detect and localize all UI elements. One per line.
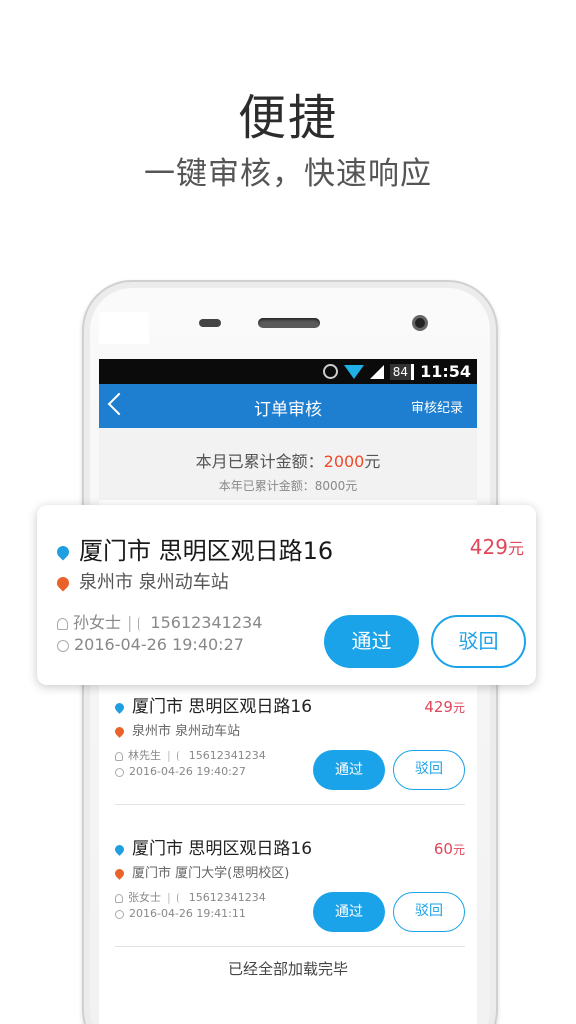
approve-button[interactable]: 通过 [324,615,419,668]
phone-screen: 84 11:54 订单审核 审核纪录 本月已累计金额：2000元 本年已累计金额… [99,359,477,1024]
contact-phone: 15612341234 [188,749,266,762]
reject-button[interactable]: 驳回 [431,615,526,668]
list-end-text: 已经全部加载完毕 [227,960,348,978]
wifi-icon [343,364,364,379]
divider [115,946,465,947]
hero-title: 便捷 [237,90,338,146]
contact-name: 张女士 [128,891,161,904]
status-bar: 84 11:54 [99,359,477,384]
phone-logo-patch [99,312,149,344]
order-item: 厦门市 思明区观日路16 429元 泉州市 泉州动车站 林先生 | 15612341… [113,692,465,834]
approve-button[interactable]: 通过 [313,892,385,932]
phone-sensor [199,319,221,327]
phone-icon [138,616,144,631]
order-time: 2016-04-26 19:40:27 [129,765,246,778]
status-time: 11:54 [420,362,471,381]
reject-button[interactable]: 驳回 [393,750,465,790]
audit-history-link[interactable]: 审核纪录 [411,397,463,416]
clock-icon [115,767,124,777]
person-icon [115,751,123,761]
approve-button[interactable]: 通过 [313,750,385,790]
order-to: 厦门市 厦门大学(思明校区) [132,866,290,881]
location-pin-icon [113,700,126,714]
location-pin-icon [54,543,72,561]
signal-icon [369,364,384,379]
order-from: 厦门市 思明区观日路16 [79,537,334,565]
contact-name: 孙女士 [73,613,122,632]
order-to: 泉州市 泉州动车站 [132,724,241,739]
contact-phone: 15612341234 [188,891,266,904]
phone-icon [176,893,183,903]
clock-icon [57,639,69,652]
month-amount: 2000 [323,452,365,471]
order-time: 2016-04-26 19:40:27 [74,635,244,654]
contact-name: 林先生 [128,749,161,762]
month-total: 本月已累计金额：2000元 [195,452,381,471]
order-price: 429元 [424,698,465,716]
order-item: 厦门市 思明区观日路16 60元 厦门市 厦门大学(思明校区) 张女士 | 1561… [113,834,465,976]
order-price: 429元 [469,535,524,559]
person-icon [57,617,68,630]
battery-icon: 84 [389,363,415,380]
year-total: 本年已累计金额：8000元 [218,479,358,493]
location-pin-icon [113,842,126,856]
reject-button[interactable]: 驳回 [393,892,465,932]
clock-icon [115,909,124,919]
contact-phone: 15612341234 [150,613,263,632]
order-time: 2016-04-26 19:41:11 [129,907,246,920]
person-icon [115,893,123,903]
origin-pin-icon [54,574,72,592]
order-from: 厦门市 思明区观日路16 [132,697,313,717]
order-from: 厦门市 思明区观日路16 [132,839,313,859]
alarm-icon [322,364,338,379]
origin-pin-icon [113,867,126,880]
highlighted-order-card: 厦门市 思明区观日路16 429元 泉州市 泉州动车站 孙女士 | 15612341… [37,505,536,685]
order-price: 60元 [433,840,465,858]
phone-icon [176,751,183,761]
phone-speaker [258,318,320,328]
origin-pin-icon [113,725,126,738]
divider [115,804,465,805]
order-to: 泉州市 泉州动车站 [79,572,229,593]
nav-bar: 订单审核 审核纪录 [99,384,477,428]
phone-camera [412,315,428,331]
hero-subtitle: 一键审核，快速响应 [144,156,432,192]
amount-summary: 本月已累计金额：2000元 本年已累计金额：8000元 [99,428,477,500]
